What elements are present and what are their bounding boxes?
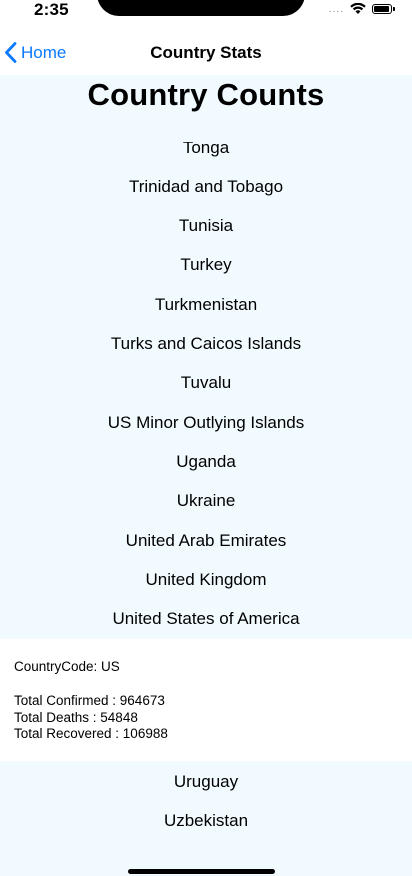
signal-icon: ....	[328, 3, 344, 15]
country-list-container[interactable]: Tonga Trinidad and Tobago Tunisia Turkey…	[0, 75, 412, 876]
total-confirmed: Total Confirmed : 964673	[14, 693, 165, 708]
list-item[interactable]: Uruguay	[0, 770, 412, 794]
country-detail-panel: CountryCode: US Total Confirmed : 964673…	[0, 639, 412, 761]
list-item[interactable]: Turkmenistan	[0, 293, 412, 317]
total-deaths: Total Deaths : 54848	[14, 709, 138, 725]
list-item[interactable]: Ukraine	[0, 489, 412, 513]
total-recovered: Total Recovered : 106988	[14, 726, 168, 741]
status-time: 2:35	[34, 0, 69, 19]
wifi-icon	[350, 3, 366, 14]
status-bar: 2:35 ....	[0, 0, 412, 22]
nav-title: Country Stats	[150, 43, 262, 62]
battery-icon	[372, 4, 395, 14]
list-item[interactable]: US Minor Outlying Islands	[0, 411, 412, 435]
list-item[interactable]: Tuvalu	[0, 371, 412, 395]
list-item[interactable]: United Kingdom	[0, 568, 412, 592]
list-item[interactable]: Tunisia	[0, 214, 412, 238]
list-item[interactable]: Turkey	[0, 253, 412, 277]
country-list[interactable]: Tonga Trinidad and Tobago Tunisia Turkey…	[0, 75, 412, 639]
device-notch	[97, 0, 305, 16]
list-item[interactable]: Trinidad and Tobago	[0, 175, 412, 199]
country-code-label: CountryCode: US	[14, 659, 120, 674]
country-stats: Total Confirmed : 964673 Total Deaths : …	[14, 693, 168, 743]
list-item[interactable]: Turks and Caicos Islands	[0, 332, 412, 356]
list-item[interactable]: Uganda	[0, 450, 412, 474]
list-item[interactable]: United Arab Emirates	[0, 529, 412, 553]
navigation-bar: Home Country Stats	[0, 22, 412, 76]
home-indicator[interactable]	[128, 869, 275, 874]
list-item-selected[interactable]: United States of America	[0, 607, 412, 631]
list-top-fade	[0, 119, 412, 142]
list-item[interactable]: Uzbekistan	[0, 809, 412, 833]
page-title: Country Counts	[87, 77, 325, 112]
status-icons: ....	[328, 3, 395, 15]
